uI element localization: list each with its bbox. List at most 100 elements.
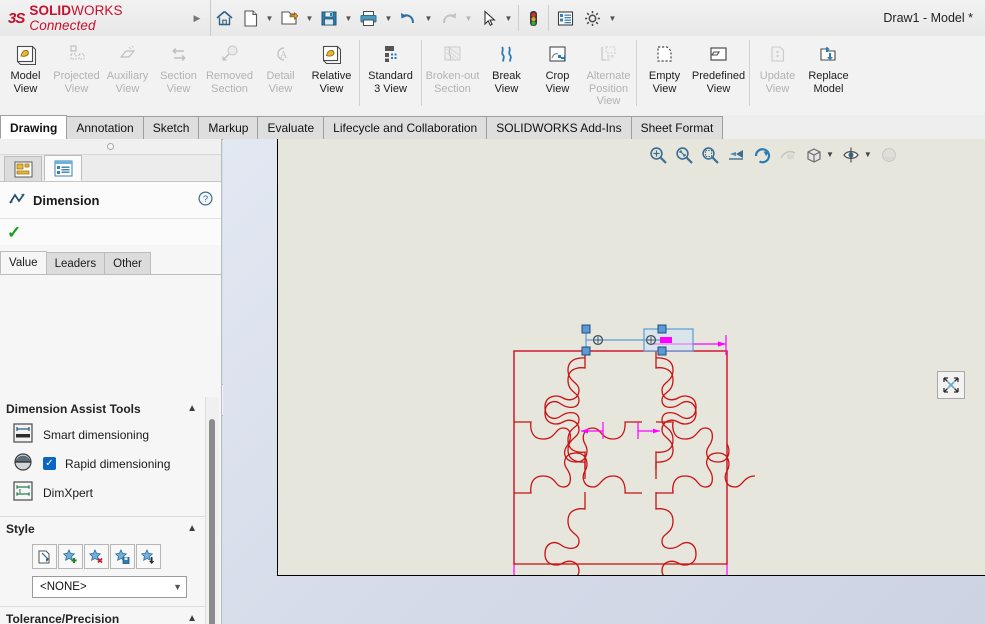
- property-manager-scrollbar[interactable]: [205, 397, 219, 624]
- hide-show-caret[interactable]: ▼: [864, 150, 872, 159]
- property-manager-body: Dimension Assist Tools ▲ Smart dimension…: [0, 397, 205, 624]
- open-dropdown[interactable]: ▼: [303, 0, 316, 36]
- tab-evaluate[interactable]: Evaluate: [257, 116, 325, 139]
- ribbon-break-view[interactable]: Break View: [481, 36, 532, 115]
- ribbon-alternate-position-view[interactable]: Alternate Position View: [583, 36, 634, 115]
- add-style-button[interactable]: [58, 544, 83, 569]
- load-style-button[interactable]: [136, 544, 161, 569]
- drawing-sheet[interactable]: [277, 139, 985, 576]
- group-title: Dimension Assist Tools: [6, 401, 141, 416]
- brand-text: SOLIDWORKS Connected: [29, 3, 123, 33]
- property-manager-tab[interactable]: [44, 155, 82, 181]
- rotate-view-icon[interactable]: [751, 144, 772, 165]
- select-dropdown[interactable]: ▼: [502, 0, 515, 36]
- select-cursor-icon[interactable]: [475, 0, 502, 36]
- apply-default-style-button[interactable]: [32, 544, 57, 569]
- property-scroll-zone: Dimension Assist Tools ▲ Smart dimension…: [0, 397, 221, 624]
- print-icon[interactable]: [355, 0, 382, 36]
- brand-expand-caret[interactable]: ▶: [188, 0, 206, 36]
- crop-view-icon: [546, 41, 570, 68]
- tab-other[interactable]: Other: [104, 252, 151, 274]
- ribbon-broken-out-section[interactable]: Broken-out Section: [424, 36, 481, 115]
- home-icon[interactable]: [211, 0, 238, 36]
- display-style-cube-icon[interactable]: [803, 144, 824, 165]
- ribbon-detail-view[interactable]: A Detail View: [255, 36, 306, 115]
- tab-annotation[interactable]: Annotation: [66, 116, 144, 139]
- auxiliary-view-icon: [116, 41, 140, 68]
- hide-show-items-eye-icon[interactable]: [841, 144, 862, 165]
- ribbon-model-view[interactable]: Model View: [0, 36, 51, 115]
- options-dropdown[interactable]: ▼: [606, 0, 619, 36]
- view-border: [513, 350, 728, 575]
- ribbon-section-view[interactable]: Section View: [153, 36, 204, 115]
- ribbon-removed-section[interactable]: Removed Section: [204, 36, 255, 115]
- graphics-area[interactable]: ▼ ▼: [223, 139, 985, 624]
- zoom-to-fit-icon[interactable]: [673, 144, 694, 165]
- ribbon-update-view[interactable]: Update View: [752, 36, 803, 115]
- ribbon-label: Removed Section: [205, 70, 254, 95]
- ribbon-crop-view[interactable]: Crop View: [532, 36, 583, 115]
- group-title: Style: [6, 521, 35, 536]
- ribbon-standard-3-view[interactable]: Standard 3 View: [362, 36, 419, 115]
- chevron-up-icon[interactable]: ▲: [187, 613, 197, 624]
- save-icon[interactable]: [316, 0, 342, 36]
- print-dropdown[interactable]: ▼: [382, 0, 395, 36]
- ribbon-label: Auxiliary View: [106, 70, 149, 95]
- smart-dimensioning-row[interactable]: Smart dimensioning: [0, 420, 205, 449]
- resize-scale-icon[interactable]: [937, 371, 965, 399]
- open-folder-icon[interactable]: [276, 0, 303, 36]
- page-title: Dimension: [33, 192, 100, 208]
- feature-manager-tab[interactable]: [4, 156, 42, 181]
- tab-value[interactable]: Value: [0, 251, 47, 274]
- apply-scene-sphere-icon: [879, 144, 900, 165]
- save-dropdown[interactable]: ▼: [342, 0, 355, 36]
- help-question-icon[interactable]: ?: [198, 191, 213, 209]
- dimxpert-row[interactable]: DimXpert: [0, 478, 205, 507]
- save-style-button[interactable]: [110, 544, 135, 569]
- tab-leaders[interactable]: Leaders: [45, 252, 106, 274]
- ribbon-projected-view[interactable]: Projected View: [51, 36, 102, 115]
- style-select[interactable]: <NONE> ▼: [32, 576, 187, 598]
- chevron-up-icon[interactable]: ▲: [187, 403, 197, 414]
- ribbon-relative-view[interactable]: Relative View: [306, 36, 357, 115]
- ribbon-auxiliary-view[interactable]: Auxiliary View: [102, 36, 153, 115]
- divider: [421, 40, 422, 106]
- group-tolerance-precision: Tolerance/Precision ▲ 1.50+.01-.01 Basic…: [0, 606, 205, 624]
- ribbon-label: Relative View: [311, 70, 352, 95]
- gear-settings-icon[interactable]: [579, 0, 606, 36]
- previous-view-icon[interactable]: [725, 144, 746, 165]
- ribbon-label: Predefined View: [691, 70, 746, 95]
- tab-sheet-format[interactable]: Sheet Format: [630, 116, 724, 139]
- ribbon-toolbar: Model View Projected View Auxiliary View Se…: [0, 36, 985, 116]
- zoom-to-area-icon[interactable]: [647, 144, 668, 165]
- tab-drawing[interactable]: Drawing: [0, 115, 68, 139]
- display-list-icon[interactable]: [552, 0, 579, 36]
- undo-icon[interactable]: [395, 0, 422, 36]
- delete-style-button[interactable]: [84, 544, 109, 569]
- rebuild-traffic-light-icon[interactable]: [522, 0, 545, 36]
- redo-dropdown: ▼: [464, 13, 473, 23]
- tab-markup[interactable]: Markup: [198, 116, 259, 139]
- undo-dropdown[interactable]: ▼: [422, 0, 435, 36]
- panel-grip[interactable]: [0, 139, 221, 155]
- dimension-value-tabs: Value Leaders Other: [0, 251, 221, 275]
- group-header[interactable]: Dimension Assist Tools ▲: [0, 397, 205, 420]
- ribbon-predefined-view[interactable]: Predefined View: [690, 36, 747, 115]
- ribbon-replace-model[interactable]: Replace Model: [803, 36, 854, 115]
- rapid-dimensioning-checkbox[interactable]: ✓: [43, 457, 56, 470]
- chevron-up-icon[interactable]: ▲: [187, 523, 197, 534]
- scrollbar-thumb[interactable]: [209, 419, 215, 624]
- tab-sketch[interactable]: Sketch: [142, 116, 200, 139]
- group-header[interactable]: Tolerance/Precision ▲: [0, 607, 205, 624]
- group-header[interactable]: Style ▲: [0, 517, 205, 540]
- rapid-dimensioning-row[interactable]: ✓ Rapid dimensioning: [0, 449, 205, 478]
- ok-check-button[interactable]: ✓: [7, 224, 21, 241]
- tab-addins[interactable]: SOLIDWORKS Add-Ins: [486, 116, 632, 139]
- new-document-icon[interactable]: [238, 0, 263, 36]
- display-style-caret[interactable]: ▼: [826, 150, 834, 159]
- new-document-dropdown[interactable]: ▼: [263, 0, 276, 36]
- ribbon-empty-view[interactable]: Empty View: [639, 36, 690, 115]
- dimension-icon: [8, 191, 26, 210]
- tab-lifecycle[interactable]: Lifecycle and Collaboration: [323, 116, 488, 139]
- zoom-to-selection-icon[interactable]: [699, 144, 720, 165]
